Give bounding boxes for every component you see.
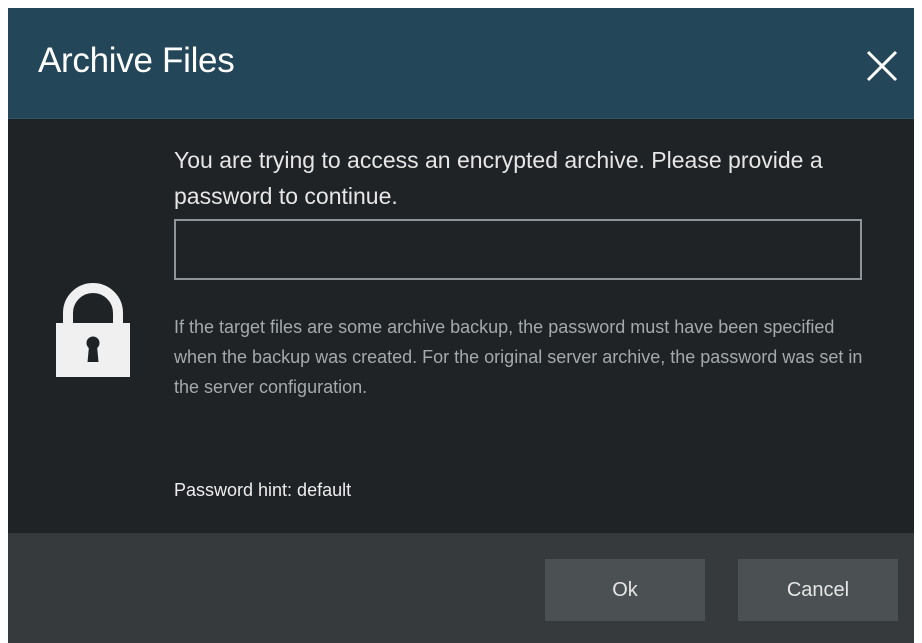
ok-button[interactable]: Ok bbox=[545, 559, 705, 621]
dialog-titlebar: Archive Files bbox=[8, 8, 914, 119]
password-input[interactable] bbox=[174, 219, 862, 280]
close-icon[interactable] bbox=[862, 46, 902, 86]
password-note: If the target files are some archive bac… bbox=[174, 317, 863, 397]
dialog-title: Archive Files bbox=[38, 41, 235, 80]
cancel-button[interactable]: Cancel bbox=[738, 559, 898, 621]
dialog-footer: Ok Cancel bbox=[8, 533, 914, 643]
archive-files-dialog: Archive Files You are trying to access a… bbox=[8, 8, 914, 643]
password-prompt: You are trying to access an encrypted ar… bbox=[174, 147, 823, 209]
dialog-body: You are trying to access an encrypted ar… bbox=[8, 119, 914, 533]
password-hint: Password hint: default bbox=[174, 480, 352, 500]
close-button[interactable] bbox=[862, 46, 902, 86]
lock-icon bbox=[56, 283, 130, 377]
